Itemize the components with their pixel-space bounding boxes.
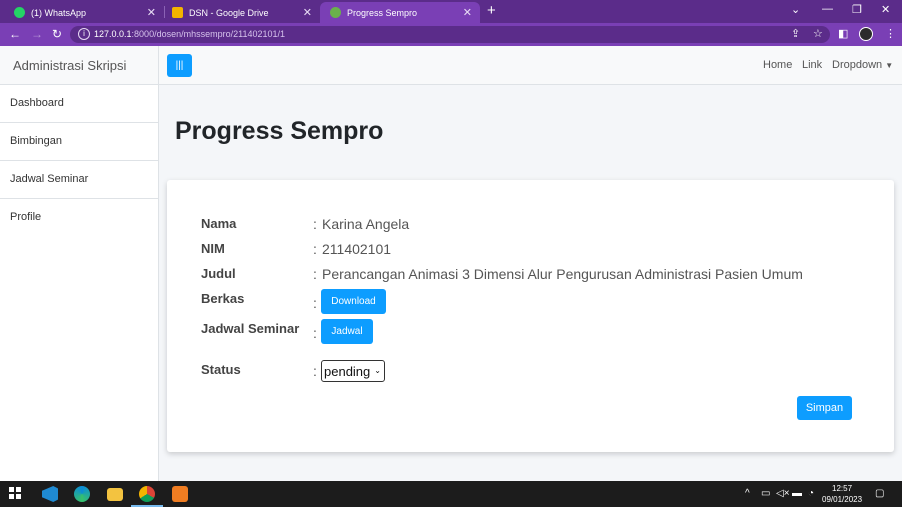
progress-card: Nama : Karina Angela NIM : 211402101 Jud… — [167, 180, 894, 452]
info-icon[interactable]: i — [78, 28, 90, 40]
whatsapp-icon — [14, 7, 25, 18]
judul-value: Perancangan Animasi 3 Dimensi Alur Pengu… — [322, 266, 803, 282]
volume-icon[interactable]: ◁× — [776, 488, 790, 499]
download-button[interactable]: Download — [321, 289, 386, 314]
nama-value: Karina Angela — [322, 216, 410, 232]
bookmark-star-icon[interactable]: ☆ — [813, 27, 823, 41]
sidebar: Administrasi Skripsi Dashboard Bimbingan… — [0, 46, 159, 481]
windows-start-icon[interactable] — [9, 487, 21, 499]
edge-icon[interactable] — [74, 486, 90, 502]
restore-icon[interactable]: ❐ — [852, 3, 862, 16]
sidebar-item-bimbingan[interactable]: Bimbingan — [0, 123, 158, 161]
site-icon — [330, 7, 341, 18]
close-icon[interactable]: ✕ — [147, 6, 156, 19]
simpan-button[interactable]: Simpan — [797, 396, 852, 420]
sidebar-item-dashboard[interactable]: Dashboard — [0, 85, 158, 123]
url-host: 127.0.0.1 — [94, 29, 132, 39]
tray-overflow-icon[interactable]: ^ — [745, 488, 750, 499]
nim-value: 211402101 — [322, 241, 392, 257]
side-panel-icon[interactable]: ◧ — [838, 27, 848, 41]
url-text[interactable]: 127.0.0.1:8000/dosen/mhssempro/211402101… — [94, 29, 285, 39]
nav-link[interactable]: Link — [802, 59, 822, 71]
clock-date: 09/01/2023 — [822, 495, 863, 504]
sidebar-toggle-button[interactable]: ||| — [167, 54, 192, 77]
separator: : — [313, 325, 317, 341]
status-selected-value: pending — [324, 364, 371, 379]
windows-taskbar: ^ ▭ ◁× ▬ ◔ 12:57 09/01/2023 ▢ — [0, 481, 902, 507]
tab-title: (1) WhatsApp — [31, 7, 87, 18]
close-icon[interactable]: ✕ — [303, 6, 312, 19]
separator: : — [313, 363, 317, 379]
nama-label: Nama — [201, 216, 237, 231]
forward-icon[interactable]: → — [31, 27, 43, 41]
judul-label: Judul — [201, 266, 236, 281]
system-clock[interactable]: 12:57 09/01/2023 — [822, 483, 862, 505]
nav-dropdown[interactable]: Dropdown ▼ — [832, 59, 893, 71]
close-window-icon[interactable]: ✕ — [881, 3, 890, 16]
tab-search-icon[interactable]: ⌄ — [791, 3, 800, 16]
tab-title: DSN - Google Drive — [189, 7, 269, 18]
menu-dots-icon[interactable]: ⋮ — [885, 27, 896, 41]
profile-avatar[interactable] — [859, 27, 873, 41]
page-title: Progress Sempro — [175, 117, 384, 145]
vscode-icon[interactable] — [42, 486, 58, 502]
google-drive-icon — [172, 7, 183, 18]
clock-time: 12:57 — [832, 484, 853, 493]
sidebar-item-jadwal-seminar[interactable]: Jadwal Seminar — [0, 161, 158, 199]
new-tab-icon[interactable]: + — [487, 3, 496, 19]
separator: : — [313, 241, 317, 257]
browser-tab-strip: (1) WhatsApp ✕ DSN - Google Drive ✕ Prog… — [0, 0, 902, 23]
jadwal-button[interactable]: Jadwal — [321, 319, 373, 344]
status-label: Status — [201, 362, 241, 377]
status-select[interactable]: pending ⌄ — [321, 360, 385, 382]
tab-title: Progress Sempro — [347, 7, 418, 18]
caret-down-icon: ▼ — [885, 61, 894, 70]
file-explorer-icon[interactable] — [107, 488, 123, 501]
address-bar[interactable]: i 127.0.0.1:8000/dosen/mhssempro/2114021… — [70, 26, 830, 43]
sidebar-item-profile[interactable]: Profile — [0, 199, 158, 237]
xampp-icon[interactable] — [172, 486, 188, 502]
chevron-down-icon: ⌄ — [374, 366, 381, 375]
nim-label: NIM — [201, 241, 225, 256]
close-icon[interactable]: ✕ — [463, 6, 472, 19]
share-icon[interactable]: ⇪ — [791, 27, 800, 41]
berkas-label: Berkas — [201, 291, 245, 306]
browser-toolbar: ← → ↻ i 127.0.0.1:8000/dosen/mhssempro/2… — [0, 23, 902, 46]
reload-icon[interactable]: ↻ — [52, 27, 62, 41]
tab-google-drive[interactable]: DSN - Google Drive ✕ — [162, 2, 320, 23]
back-icon[interactable]: ← — [9, 27, 21, 41]
top-navbar: ||| Home Link Dropdown ▼ — [159, 46, 902, 85]
separator: : — [313, 266, 317, 282]
chrome-icon[interactable] — [139, 486, 155, 502]
notification-icon[interactable]: ▢ — [875, 488, 884, 499]
wifi-icon[interactable]: ◔ — [808, 488, 814, 499]
keyboard-icon[interactable]: ▬ — [792, 488, 802, 499]
jadwal-label: Jadwal Seminar — [201, 321, 300, 336]
nav-dropdown-label: Dropdown — [832, 59, 883, 71]
minimize-icon[interactable]: — — [822, 3, 833, 15]
url-path: :8000/dosen/mhssempro/211402101/1 — [131, 29, 285, 39]
tab-whatsapp[interactable]: (1) WhatsApp ✕ — [4, 2, 164, 23]
separator: : — [313, 295, 317, 311]
tab-progress-sempro[interactable]: Progress Sempro ✕ — [320, 2, 480, 23]
battery-icon[interactable]: ▭ — [761, 488, 770, 499]
separator: : — [313, 216, 317, 232]
nav-home-link[interactable]: Home — [763, 59, 792, 71]
brand-title[interactable]: Administrasi Skripsi — [0, 46, 158, 85]
